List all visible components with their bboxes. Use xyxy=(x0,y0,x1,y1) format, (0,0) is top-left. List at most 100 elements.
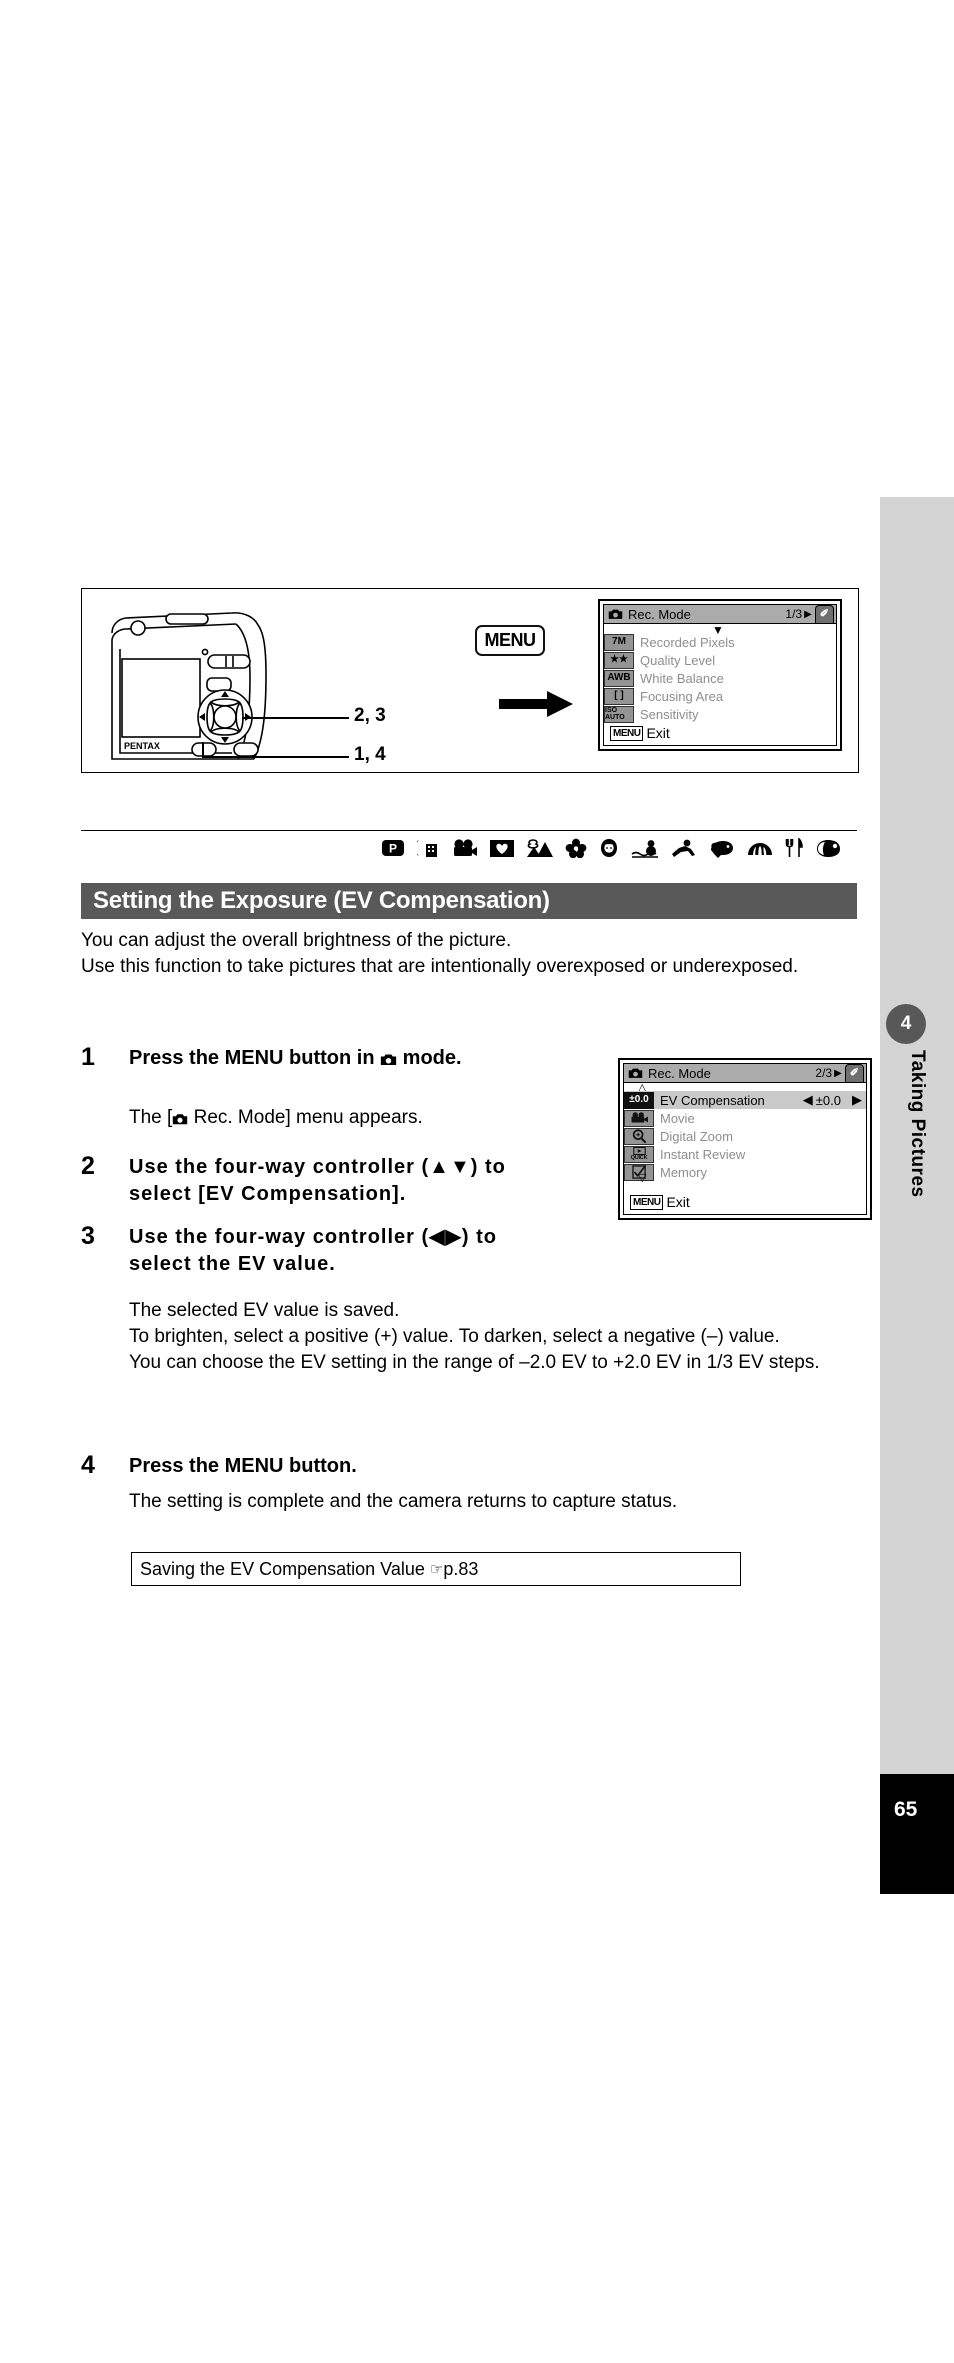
movie-mode-icon xyxy=(454,839,477,856)
lcd2-row-instant-review[interactable]: QUICK Instant Review xyxy=(624,1145,866,1163)
lcd1-title: Rec. Mode xyxy=(628,606,691,622)
flower-icon xyxy=(565,838,587,858)
step-1-body: The [ Rec. Mode] menu appears. xyxy=(129,1105,609,1131)
magnifier-icon xyxy=(624,1127,654,1145)
camera-icon xyxy=(628,1068,643,1078)
lcd-screen-rec-mode-2: Rec. Mode 2/3 ▶ ✐ △ ±0.0 EV Compensation… xyxy=(618,1058,872,1220)
lcd2-row-movie[interactable]: Movie xyxy=(624,1109,866,1127)
step-3-body-line-3: You can choose the EV setting in the ran… xyxy=(129,1352,820,1373)
callout-label-bottom: 1, 4 xyxy=(354,744,386,765)
intro-line-1: You can adjust the overall brightness of… xyxy=(81,930,512,951)
lcd1-row-recorded-pixels[interactable]: 7M Recorded Pixels xyxy=(604,633,836,651)
manual-page: 4 Taking Pictures 65 PENTAX 2, 3 1, 4 ME… xyxy=(0,0,954,2363)
lcd1-row-focusing-area[interactable]: [ ] Focusing Area xyxy=(604,687,836,705)
lcd1-next-tab-arrow[interactable]: ▶ xyxy=(804,609,812,620)
fork-knife-icon xyxy=(785,838,803,857)
step-1-title: Press the MENU button in mode. xyxy=(129,1045,549,1072)
lcd2-footer: MENU Exit xyxy=(627,1192,863,1212)
white-balance-icon: AWB xyxy=(604,669,634,687)
chapter-number-badge: 4 xyxy=(886,1004,926,1044)
intro-line-2: Use this function to take pictures that … xyxy=(81,956,799,977)
svg-text:PENTAX: PENTAX xyxy=(124,741,160,751)
lcd1-row-sensitivity[interactable]: ISO AUTO Sensitivity xyxy=(604,705,836,723)
step-1-title-after: mode. xyxy=(397,1047,462,1069)
lcd-screen-rec-mode-1: Rec. Mode 1/3 ▶ ✐ ▼ 7M Recorded Pixels ★… xyxy=(598,599,842,751)
step-2-title: Use the four-way controller (▲▼) to sele… xyxy=(129,1156,506,1205)
lcd1-label-recorded-pixels: Recorded Pixels xyxy=(640,634,735,650)
lcd2-row-ev-compensation[interactable]: ±0.0 EV Compensation ◀ ±0.0 ▶ xyxy=(624,1091,866,1109)
step-1-body-before: The [ xyxy=(129,1107,173,1128)
menu-button-glyph: MENU xyxy=(475,625,545,656)
night-scene-icon xyxy=(417,840,437,857)
ev-compensation-icon: ±0.0 xyxy=(624,1091,654,1109)
lcd2-page-indicator: 2/3 xyxy=(815,1066,833,1080)
lcd2-label-instant-review: Instant Review xyxy=(660,1146,746,1162)
lcd2-setup-tab[interactable]: ✐ xyxy=(844,1064,864,1082)
shooting-mode-bar: P xyxy=(81,830,857,870)
sport-icon xyxy=(672,839,695,857)
lcd1-exit-label: Exit xyxy=(646,725,670,741)
lcd2-label-memory: Memory xyxy=(660,1164,707,1180)
lcd2-label-ev-compensation: EV Compensation xyxy=(660,1092,765,1108)
lcd1-row-quality-level[interactable]: ★★ Quality Level xyxy=(604,651,836,669)
step-3-body-line-1: The selected EV value is saved. xyxy=(129,1300,400,1321)
reference-note-box: Saving the EV Compensation Value ☞ p.83 xyxy=(131,1552,741,1586)
lcd1-label-quality-level: Quality Level xyxy=(640,652,716,668)
reference-note-page[interactable]: p.83 xyxy=(443,1559,478,1580)
ev-decrease-arrow-icon[interactable]: ◀ xyxy=(803,1092,813,1108)
page-number-tab: 65 xyxy=(880,1774,954,1894)
lcd1-label-focusing-area: Focusing Area xyxy=(640,688,724,704)
svg-text:P: P xyxy=(389,842,397,856)
mode-icon-list: P xyxy=(381,838,841,858)
step-2-number: 2 xyxy=(81,1152,95,1180)
lcd1-row-white-balance[interactable]: AWB White Balance xyxy=(604,669,836,687)
lcd2-title: Rec. Mode xyxy=(648,1065,711,1081)
lcd1-setup-tab[interactable]: ✐ xyxy=(814,605,834,623)
lcd2-label-digital-zoom: Digital Zoom xyxy=(660,1128,733,1144)
quick-icon: QUICK xyxy=(624,1145,654,1163)
lcd1-menu-chip: MENU xyxy=(610,725,644,741)
callout-leader-top xyxy=(242,717,349,719)
step-4-body: The setting is complete and the camera r… xyxy=(129,1491,678,1512)
camera-illustration: PENTAX xyxy=(104,603,304,763)
frame-composite-icon xyxy=(490,839,514,857)
self-portrait-icon xyxy=(817,839,840,857)
camera-icon xyxy=(173,1114,188,1125)
intro-paragraph: You can adjust the overall brightness of… xyxy=(81,928,871,980)
callout-leader-bottom-stem xyxy=(202,742,204,757)
quality-level-icon: ★★ xyxy=(604,651,634,669)
portrait-icon xyxy=(601,839,617,857)
lcd1-menu-list: 7M Recorded Pixels ★★ Quality Level AWB … xyxy=(604,624,836,723)
illustration-panel: PENTAX 2, 3 1, 4 MENU Rec. Mode 1/3 ▶ ✐ … xyxy=(81,588,859,773)
page-number: 65 xyxy=(894,1798,918,1821)
reference-note-text: Saving the EV Compensation Value xyxy=(140,1558,425,1579)
focusing-area-icon: [ ] xyxy=(604,687,634,705)
movie-icon xyxy=(624,1109,654,1127)
camera-icon xyxy=(608,609,623,619)
camera-icon xyxy=(380,1054,397,1066)
landscape-icon xyxy=(527,838,553,857)
program-mode-icon: P xyxy=(382,840,404,856)
pointing-hand-icon: ☞ xyxy=(429,1561,444,1578)
callout-leader-bottom xyxy=(202,756,349,758)
step-3-body-line-2: To brighten, select a positive (+) value… xyxy=(129,1326,780,1347)
ev-value: ±0.0 xyxy=(815,1092,841,1108)
lcd1-label-sensitivity: Sensitivity xyxy=(640,706,699,722)
lcd1-page-indicator: 1/3 xyxy=(785,607,803,621)
ev-increase-arrow-icon[interactable]: ▶ xyxy=(852,1092,862,1108)
food-icon xyxy=(748,842,772,855)
lcd2-row-digital-zoom[interactable]: Digital Zoom xyxy=(624,1127,866,1145)
step-4-number: 4 xyxy=(81,1451,95,1479)
surf-snow-icon xyxy=(631,839,658,858)
pet-icon xyxy=(711,840,733,858)
step-1-body-after: Rec. Mode] menu appears. xyxy=(188,1107,423,1128)
step-1-title-before: Press the MENU button in xyxy=(129,1047,381,1069)
lcd2-value-ev-compensation[interactable]: ◀ ±0.0 ▶ xyxy=(803,1092,862,1108)
step-3-number: 3 xyxy=(81,1222,95,1250)
chapter-label: Taking Pictures xyxy=(880,1050,954,1410)
chapter-label-text: Taking Pictures xyxy=(907,1050,928,1198)
step-3-title: Use the four-way controller (◀▶) to sele… xyxy=(129,1226,498,1275)
lcd2-row-memory[interactable]: Memory xyxy=(624,1163,866,1181)
lcd2-exit-label: Exit xyxy=(666,1194,690,1210)
lcd2-next-tab-arrow[interactable]: ▶ xyxy=(834,1068,842,1079)
